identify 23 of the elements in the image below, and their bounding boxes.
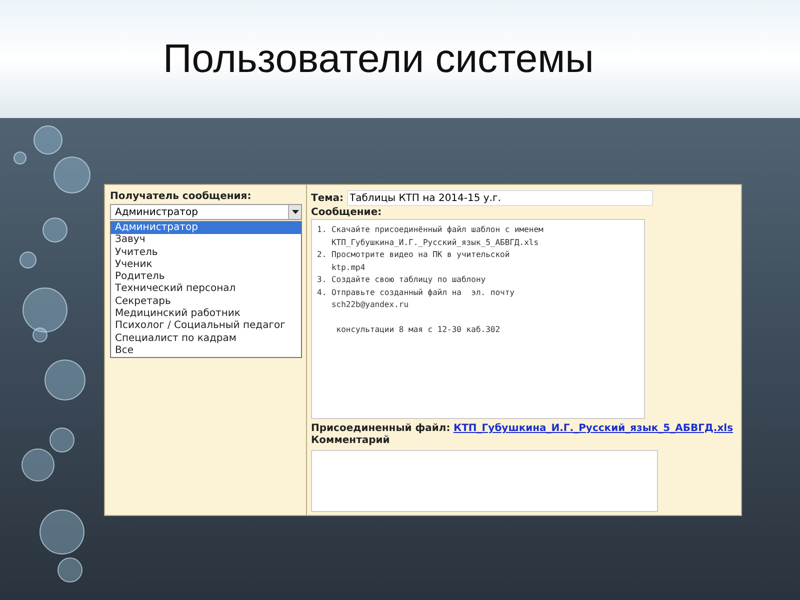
recipient-label: Получатель сообщения: — [110, 191, 252, 202]
dropdown-option[interactable]: Технический персонал — [111, 283, 301, 296]
dropdown-option[interactable]: Администратор — [111, 222, 301, 234]
slide-title: Пользователи системы — [163, 36, 594, 82]
dropdown-option[interactable]: Все — [111, 344, 301, 358]
message-label: Сообщение: — [311, 207, 383, 218]
comment-label: Комментарий — [311, 435, 391, 446]
subject-label: Тема: — [311, 192, 344, 204]
dropdown-option[interactable]: Специалист по кадрам — [111, 332, 301, 345]
dropdown-option[interactable]: Психолог / Социальный педагог — [111, 320, 301, 333]
dropdown-option[interactable]: Ученик — [111, 258, 301, 272]
attachment-link[interactable]: КТП_Губушкина_И.Г._Русский_язык_5_АБВГД.xls — [453, 423, 734, 434]
caret-icon — [288, 205, 301, 219]
dropdown-option[interactable]: Медицинский работник — [111, 308, 301, 320]
dropdown-option[interactable]: Завуч — [111, 234, 301, 247]
dropdown-option[interactable]: Родитель — [111, 271, 301, 284]
dropdown-option[interactable]: Учитель — [111, 246, 301, 259]
subject-field[interactable]: Таблицы КТП на 2014-15 у.г. — [346, 190, 653, 206]
attachment-label: Присоединенный файл: — [311, 423, 450, 434]
recipient-dropdown[interactable]: Администратор — [110, 204, 302, 220]
dropdown-option[interactable]: Секретарь — [111, 296, 301, 308]
comment-field[interactable] — [311, 450, 658, 512]
message-field[interactable]: 1. Скачайте присоединённый файл шаблон с именем КТП_Губушкина_И.Г._Русский_язык_5_АБВГД.xls 2. Просмотрите видео на ПК в учительской ktp.mp4 3. Создайте свою таблицу по шаблону 4. Отправьте созданный файл на эл. почту sch22b@yandex.ru консультации 8 мая с 12-30 каб.302 — [311, 219, 645, 419]
